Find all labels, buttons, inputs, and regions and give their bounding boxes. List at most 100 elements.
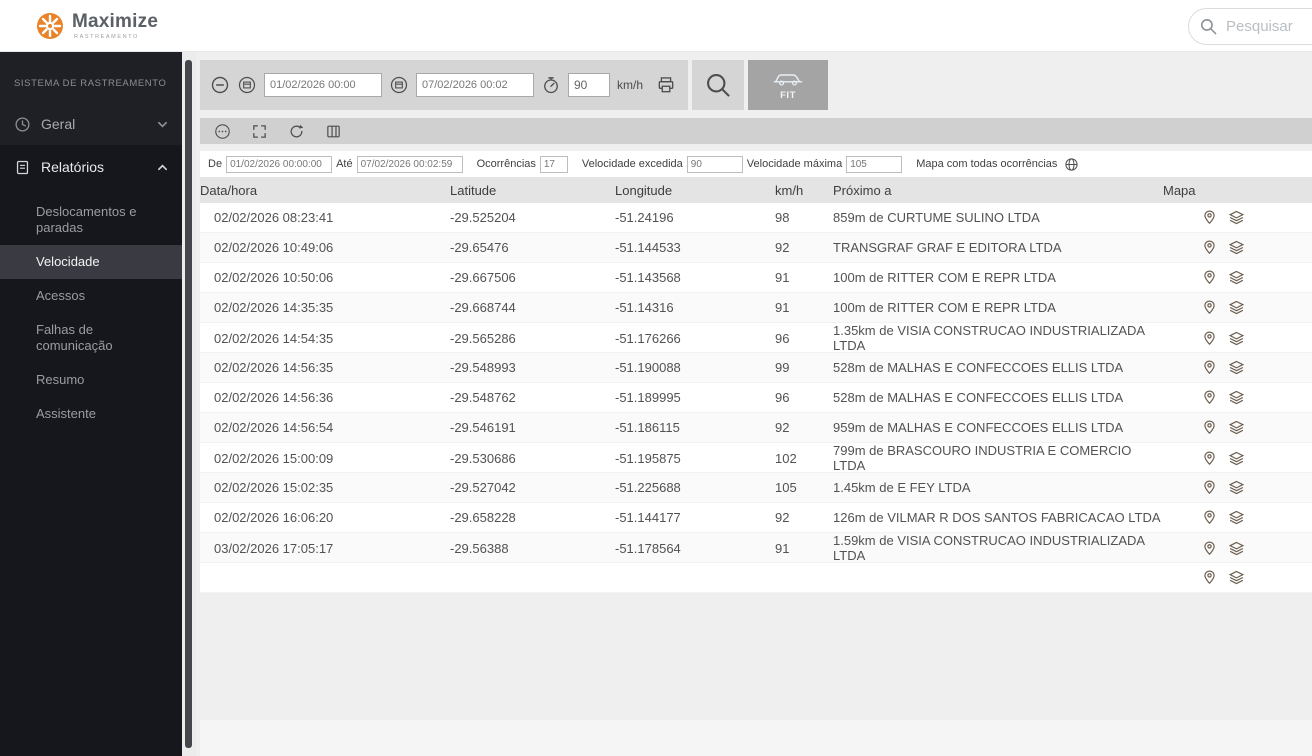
- show-layers-button[interactable]: [1228, 209, 1245, 226]
- logo-link[interactable]: Maximize RASTREAMENTO: [36, 11, 158, 40]
- show-route-button[interactable]: [1201, 509, 1218, 526]
- interval-clock-icon[interactable]: [210, 75, 230, 95]
- route-pin-icon: [1204, 570, 1215, 585]
- speed-threshold-input[interactable]: [568, 73, 610, 97]
- filter-de-input[interactable]: [226, 155, 333, 173]
- refresh-button[interactable]: [288, 123, 305, 140]
- table-row[interactable]: 03/02/2026 17:05:17 -29.56388 -51.178564…: [200, 533, 1312, 563]
- route-pin-icon: [1204, 331, 1215, 345]
- table-row[interactable]: 02/02/2026 16:06:20 -29.658228 -51.14417…: [200, 503, 1312, 533]
- header-kmh[interactable]: km/h: [775, 183, 833, 198]
- globe-icon[interactable]: [1064, 157, 1079, 172]
- sidebar-item-deslocamentos[interactable]: Deslocamentos e paradas: [0, 195, 182, 245]
- show-layers-button[interactable]: [1228, 450, 1245, 467]
- cell-proximo-a: TRANSGRAF GRAF E EDITORA LTDA: [833, 240, 1062, 255]
- table-row[interactable]: 02/02/2026 15:00:09 -29.530686 -51.19587…: [200, 443, 1312, 473]
- cell-kmh: 96: [775, 330, 790, 346]
- cell-data-hora: 02/02/2026 14:56:36: [214, 390, 334, 405]
- show-layers-button[interactable]: [1228, 330, 1245, 347]
- show-route-button[interactable]: [1201, 569, 1218, 586]
- chevron-down-icon: [158, 121, 167, 128]
- show-route-button[interactable]: [1201, 419, 1218, 436]
- sidebar-item-resumo[interactable]: Resumo: [0, 363, 182, 397]
- show-route-button[interactable]: [1201, 359, 1218, 376]
- cell-proximo-a: 959m de MALHAS E CONFECCOES ELLIS LTDA: [833, 420, 1124, 435]
- show-layers-button[interactable]: [1228, 569, 1245, 586]
- show-layers-button[interactable]: [1228, 299, 1245, 316]
- cell-data-hora: 02/02/2026 14:35:35: [214, 300, 334, 315]
- show-route-button[interactable]: [1201, 540, 1218, 557]
- filter-vel-maxima-input[interactable]: [846, 155, 903, 173]
- car-icon: [773, 73, 803, 86]
- columns-button[interactable]: [325, 123, 342, 140]
- table-row[interactable]: 02/02/2026 08:23:41 -29.525204 -51.24196…: [200, 203, 1312, 233]
- show-layers-button[interactable]: [1228, 389, 1245, 406]
- table-row[interactable]: 02/02/2026 14:56:54 -29.546191 -51.18611…: [200, 413, 1312, 443]
- layers-icon: [1228, 300, 1245, 315]
- sidebar-section-label: Relatórios: [41, 159, 105, 175]
- fullscreen-button[interactable]: [251, 123, 268, 140]
- header-data-hora[interactable]: Data/hora: [200, 183, 450, 198]
- table-row[interactable]: 02/02/2026 14:54:35 -29.565286 -51.17626…: [200, 323, 1312, 353]
- filter-vel-excedida-input[interactable]: [686, 155, 743, 173]
- sidebar-section-relatorios[interactable]: Relatórios: [0, 145, 182, 189]
- show-layers-button[interactable]: [1228, 419, 1245, 436]
- header-proximo-a[interactable]: Próximo a: [833, 183, 1163, 198]
- table-row[interactable]: 02/02/2026 14:56:35 -29.548993 -51.19008…: [200, 353, 1312, 383]
- main-content: km/h: [196, 52, 1312, 756]
- show-route-button[interactable]: [1201, 389, 1218, 406]
- show-layers-button[interactable]: [1228, 269, 1245, 286]
- cell-proximo-a: 528m de MALHAS E CONFECCOES ELLIS LTDA: [833, 390, 1124, 405]
- logo-text: Maximize: [72, 11, 159, 32]
- show-layers-button[interactable]: [1228, 239, 1245, 256]
- show-layers-button[interactable]: [1228, 509, 1245, 526]
- show-layers-button[interactable]: [1228, 479, 1245, 496]
- sidebar-item-acessos[interactable]: Acessos: [0, 279, 182, 313]
- show-route-button[interactable]: [1201, 450, 1218, 467]
- show-layers-button[interactable]: [1228, 540, 1245, 557]
- date-from-input[interactable]: [264, 73, 382, 97]
- route-pin-icon: [1204, 390, 1215, 405]
- table-row[interactable]: 02/02/2026 10:49:06 -29.65476 -51.144533…: [200, 233, 1312, 263]
- cell-kmh: 99: [775, 360, 790, 375]
- layers-icon: [1228, 451, 1245, 465]
- search-input[interactable]: [1226, 18, 1312, 35]
- printer-icon[interactable]: [656, 75, 676, 95]
- table-row[interactable]: 02/02/2026 14:56:36 -29.548762 -51.18999…: [200, 383, 1312, 413]
- run-report-search-button[interactable]: [692, 60, 744, 110]
- sidebar-item-assistente[interactable]: Assistente: [0, 397, 182, 431]
- cell-data-hora: 02/02/2026 10:49:06: [214, 240, 334, 255]
- show-route-button[interactable]: [1201, 209, 1218, 226]
- cell-latitude: -29.548762: [450, 390, 516, 405]
- show-route-button[interactable]: [1201, 299, 1218, 316]
- more-options-button[interactable]: [214, 123, 231, 140]
- sidebar-item-falhas[interactable]: Falhas de comunicação: [0, 313, 182, 363]
- cell-latitude: -29.527042: [450, 480, 516, 495]
- header-mapa[interactable]: Mapa: [1163, 183, 1312, 198]
- header-latitude[interactable]: Latitude: [450, 183, 615, 198]
- table-row[interactable]: 02/02/2026 14:35:35 -29.668744 -51.14316…: [200, 293, 1312, 323]
- filter-ocorrencias-input[interactable]: [539, 155, 568, 173]
- show-layers-button[interactable]: [1228, 359, 1245, 376]
- vehicle-label: FIT: [780, 89, 796, 101]
- table-row[interactable]: 02/02/2026 15:02:35 -29.527042 -51.22568…: [200, 473, 1312, 503]
- logo-subtext: RASTREAMENTO: [74, 34, 139, 40]
- stopwatch-icon: [541, 75, 561, 95]
- show-route-button[interactable]: [1201, 479, 1218, 496]
- show-route-button[interactable]: [1201, 269, 1218, 286]
- filter-vel-maxima-label: Velocidade máxima: [746, 158, 843, 170]
- cell-kmh: 92: [775, 420, 790, 435]
- show-route-button[interactable]: [1201, 330, 1218, 347]
- date-to-input[interactable]: [416, 73, 534, 97]
- route-pin-icon: [1204, 300, 1215, 315]
- route-pin-icon: [1204, 451, 1215, 465]
- scrollbar-thumb[interactable]: [185, 60, 192, 748]
- sidebar-section-geral[interactable]: Geral: [0, 103, 182, 145]
- sidebar-item-velocidade[interactable]: Velocidade: [0, 245, 182, 279]
- vehicle-fit-button[interactable]: FIT: [748, 60, 828, 110]
- header-longitude[interactable]: Longitude: [615, 183, 775, 198]
- layers-icon: [1228, 541, 1245, 555]
- show-route-button[interactable]: [1201, 239, 1218, 256]
- filter-ate-input[interactable]: [356, 155, 463, 173]
- table-row[interactable]: 02/02/2026 10:50:06 -29.667506 -51.14356…: [200, 263, 1312, 293]
